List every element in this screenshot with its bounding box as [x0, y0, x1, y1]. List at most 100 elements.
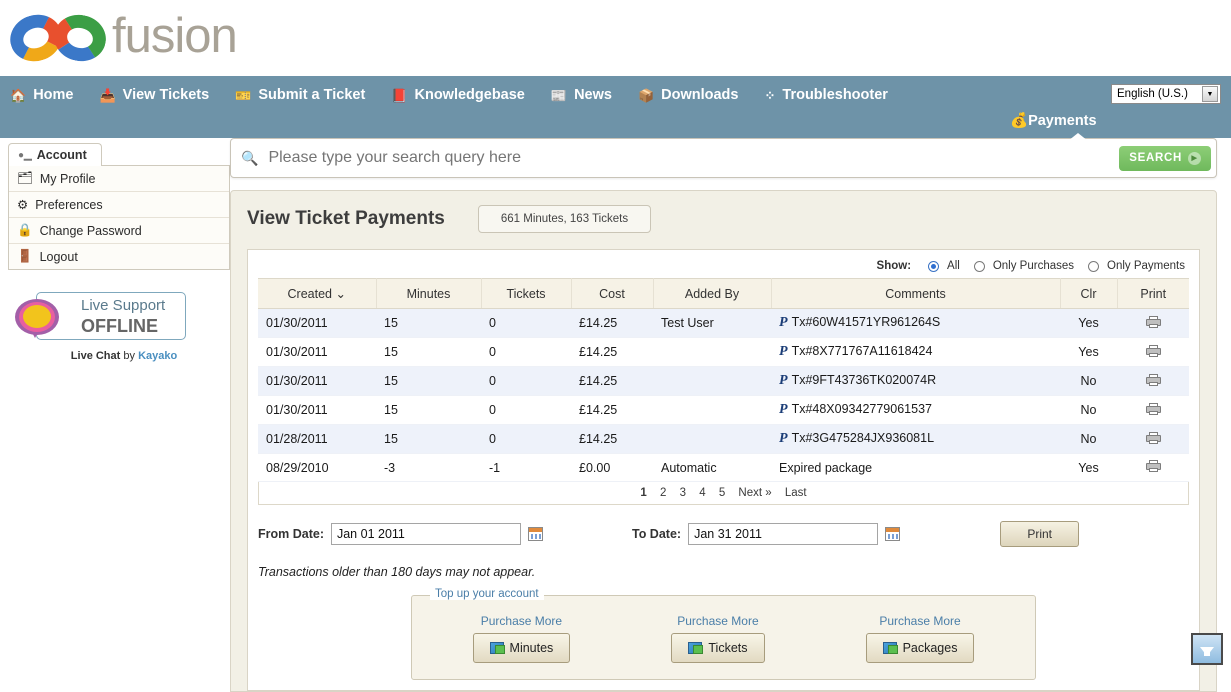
- page-2[interactable]: 2: [660, 487, 666, 499]
- language-select[interactable]: English (U.S.) ▼: [1111, 84, 1221, 104]
- cell-print[interactable]: [1117, 366, 1189, 396]
- show-filter: Show: All Only Purchases Only Payments: [258, 258, 1189, 278]
- cell-cost: £14.25: [571, 366, 653, 396]
- buy-minutes-button[interactable]: Minutes: [472, 633, 571, 663]
- page-last[interactable]: Last: [785, 487, 807, 499]
- cell-created: 08/29/2010: [258, 453, 376, 482]
- nodes-icon: ⁘: [764, 87, 776, 103]
- radio-only-purchases[interactable]: [973, 260, 985, 272]
- download-arrow-icon[interactable]: [1191, 633, 1223, 665]
- nav-item-payments[interactable]: 💰 Payments: [1010, 112, 1097, 130]
- sidebar-item-change-password[interactable]: 🔒 Change Password: [9, 218, 229, 244]
- to-date-input[interactable]: [688, 523, 879, 545]
- balance-badge: 661 Minutes, 163 Tickets: [477, 205, 652, 233]
- nav-item-submit-ticket[interactable]: 🎫 Submit a Ticket: [235, 87, 365, 103]
- gear-icon: ⚙: [17, 198, 29, 212]
- table-row[interactable]: 01/30/2011 15 0 £14.25 P Tx#48X09342779061537…: [258, 395, 1189, 425]
- topup-section: Top up your account Purchase More Minute…: [411, 588, 1036, 680]
- printer-icon[interactable]: [1145, 431, 1161, 444]
- column-header-minutes[interactable]: Minutes: [376, 278, 482, 309]
- profile-icon: 🗂: [17, 171, 33, 185]
- sidebar-item-preferences[interactable]: ⚙ Preferences: [9, 192, 229, 218]
- table-row[interactable]: 08/29/2010 -3 -1 £0.00 Automatic Expired pack…: [258, 453, 1189, 482]
- column-header-created[interactable]: Created ⌄: [258, 278, 377, 309]
- column-header-cost[interactable]: Cost: [571, 278, 654, 309]
- cell-print[interactable]: [1117, 308, 1189, 338]
- cell-minutes: 15: [376, 308, 481, 338]
- brand-name: fusion: [112, 9, 238, 63]
- search-input[interactable]: [266, 148, 1120, 168]
- cell-tickets: 0: [481, 395, 571, 425]
- chevron-down-icon[interactable]: ▼: [1202, 86, 1218, 102]
- live-support-button[interactable]: Live Support OFFLINE: [15, 292, 186, 340]
- cell-comments: P Tx#60W41571YR961264S: [771, 308, 1060, 338]
- nav-item-knowledgebase[interactable]: 📕 Knowledgebase: [391, 87, 525, 103]
- home-icon: 🏠: [10, 87, 27, 103]
- cell-created: 01/30/2011: [258, 337, 376, 367]
- purchase-more-tickets-link[interactable]: Purchase More: [671, 614, 764, 628]
- page-next[interactable]: Next »: [738, 487, 771, 499]
- calendar-icon-from[interactable]: [527, 527, 543, 541]
- printer-icon[interactable]: [1145, 402, 1161, 415]
- search-button[interactable]: SEARCH ▶: [1119, 145, 1211, 171]
- printer-icon[interactable]: [1145, 460, 1161, 472]
- column-header-comments[interactable]: Comments: [771, 278, 1061, 309]
- nav-item-downloads[interactable]: 📦 Downloads: [638, 87, 739, 103]
- printer-icon[interactable]: [1145, 344, 1161, 357]
- sidebar-item-my-profile[interactable]: 🗂 My Profile: [9, 166, 229, 192]
- show-filter-label: Show:: [876, 260, 912, 272]
- print-button[interactable]: Print: [1000, 521, 1079, 547]
- sidebar-tab-account[interactable]: ●▁ Account: [8, 143, 102, 166]
- sidebar-item-logout[interactable]: 🚪 Logout: [9, 244, 229, 269]
- page-5[interactable]: 5: [719, 487, 725, 499]
- calendar-icon-to[interactable]: [885, 527, 901, 541]
- column-header-tickets[interactable]: Tickets: [481, 278, 572, 309]
- table-row[interactable]: 01/30/2011 15 0 £14.25 P Tx#8X771767A11618424…: [258, 337, 1189, 367]
- nav-item-news[interactable]: 📰 News: [551, 87, 612, 103]
- page-title: View Ticket Payments: [247, 208, 445, 229]
- cell-cost: £14.25: [571, 395, 653, 425]
- brand-logo[interactable]: fusion: [4, 8, 238, 68]
- cell-print[interactable]: [1117, 337, 1189, 367]
- column-header-print[interactable]: Print: [1117, 278, 1189, 309]
- page-1[interactable]: 1: [640, 487, 646, 499]
- cell-comments: P Tx#3G475284JX936081L: [771, 424, 1060, 454]
- nav-item-troubleshooter[interactable]: ⁘ Troubleshooter: [764, 87, 887, 103]
- radio-only-payments[interactable]: [1088, 260, 1100, 272]
- column-header-added-by[interactable]: Added By: [653, 278, 772, 309]
- printer-icon[interactable]: [1145, 373, 1161, 386]
- cell-print[interactable]: [1117, 424, 1189, 454]
- cell-print[interactable]: [1117, 453, 1189, 482]
- radio-all[interactable]: [928, 260, 940, 272]
- nav-item-view-tickets[interactable]: 📥 View Tickets: [99, 87, 209, 103]
- live-chat-vendor-link[interactable]: Kayako: [138, 350, 177, 362]
- buy-packages-button[interactable]: Packages: [865, 633, 975, 663]
- from-date-input[interactable]: [330, 523, 521, 545]
- table-row[interactable]: 01/30/2011 15 0 £14.25 P Tx#9FT43736TK020074R…: [258, 366, 1189, 396]
- newspaper-icon: 📰: [550, 87, 568, 103]
- logo-bar: fusion: [0, 0, 1231, 76]
- cell-clr: Yes: [1060, 308, 1117, 338]
- purchase-more-minutes-link[interactable]: Purchase More: [473, 614, 571, 628]
- topup-column-minutes: Purchase More Minutes: [472, 614, 571, 663]
- ticket-icon: 🎫: [235, 87, 252, 103]
- purchase-icon: [688, 642, 704, 654]
- paypal-icon: P: [779, 373, 788, 388]
- from-date-label: From Date:: [258, 527, 324, 541]
- table-row[interactable]: 01/30/2011 15 0 £14.25 Test User P Tx#60W41571…: [258, 308, 1189, 338]
- lock-icon: 🔒: [17, 223, 33, 237]
- buy-tickets-button[interactable]: Tickets: [671, 633, 765, 663]
- table-row[interactable]: 01/28/2011 15 0 £14.25 P Tx#3G475284JX936081L…: [258, 424, 1189, 454]
- cell-cost: £14.25: [571, 308, 653, 338]
- cell-print[interactable]: [1117, 395, 1189, 425]
- printer-icon[interactable]: [1145, 315, 1161, 328]
- nav-item-home[interactable]: 🏠 Home: [10, 87, 73, 103]
- purchase-more-packages-link[interactable]: Purchase More: [866, 614, 975, 628]
- cell-minutes: 15: [376, 424, 481, 454]
- page-3[interactable]: 3: [680, 487, 686, 499]
- column-header-clr[interactable]: Clr: [1060, 278, 1118, 309]
- sidebar-menu: 🗂 My Profile ⚙ Preferences 🔒 Change Pass…: [8, 165, 230, 270]
- cell-added-by: Test User: [653, 308, 771, 338]
- page-4[interactable]: 4: [699, 487, 705, 499]
- cell-cost: £14.25: [571, 337, 653, 367]
